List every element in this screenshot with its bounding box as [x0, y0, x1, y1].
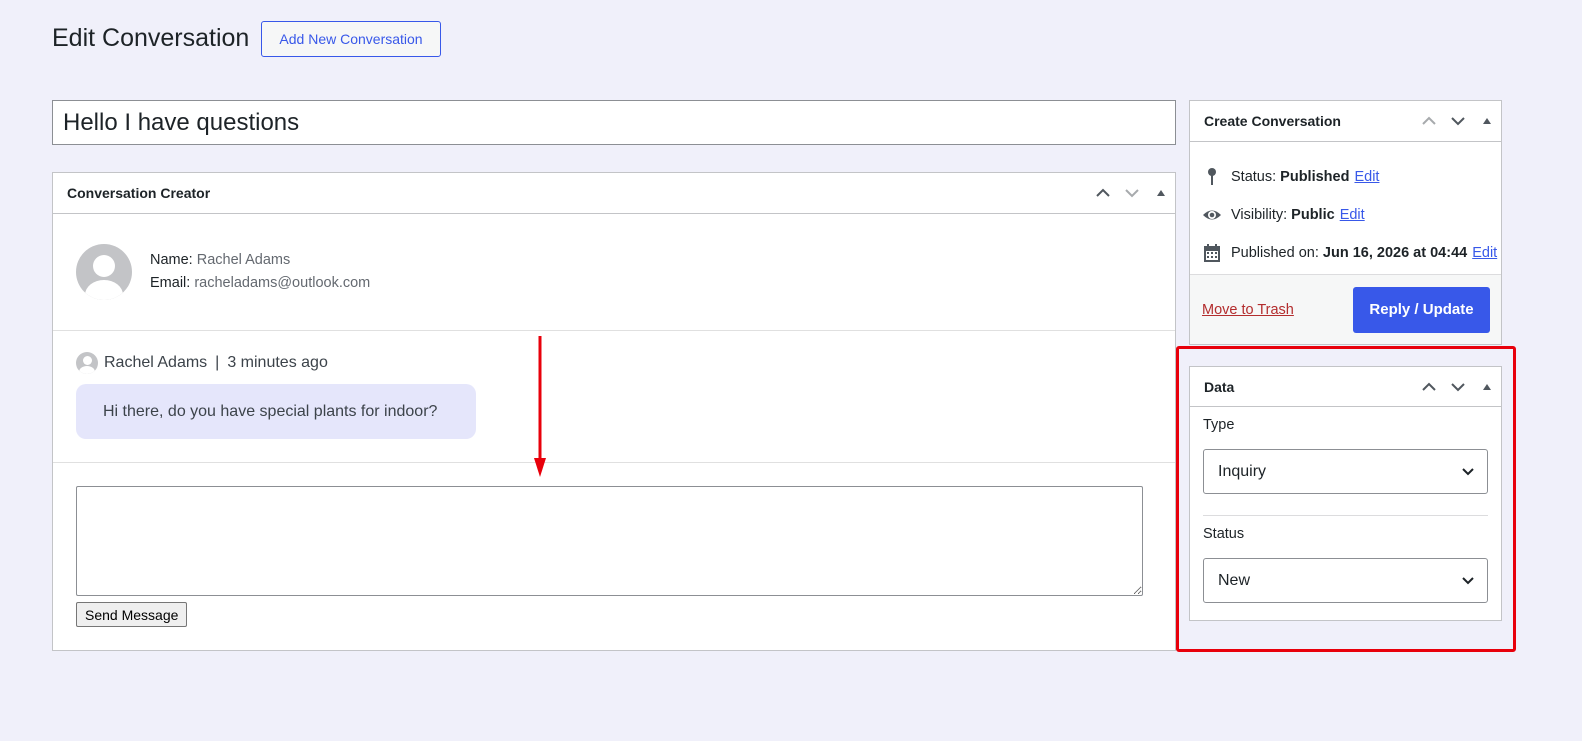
message-author: Rachel Adams [104, 354, 208, 371]
add-new-conversation-button[interactable]: Add New Conversation [261, 21, 441, 57]
create-conversation-header: Create Conversation [1190, 101, 1501, 142]
type-label: Type [1203, 417, 1235, 433]
create-conversation-box: Create Conversation Status: Published Ed… [1189, 100, 1502, 345]
name-label: Name: [150, 252, 193, 268]
status-field: Status New [1190, 526, 1501, 603]
publish-actions: Move to Trash Reply / Update [1190, 274, 1501, 344]
chevron-down-icon [1462, 576, 1474, 584]
send-message-button[interactable]: Send Message [76, 602, 188, 627]
message-avatar [76, 352, 98, 374]
pin-icon [1202, 167, 1222, 187]
status-row: Status: Published Edit [1190, 158, 1501, 196]
edit-visibility-link[interactable]: Edit [1340, 207, 1365, 223]
chevron-down-icon[interactable] [1443, 103, 1472, 139]
eye-icon [1202, 205, 1222, 225]
status-select-value: New [1218, 571, 1251, 589]
published-row: Published on: Jun 16, 2026 at 04:44 Edit [1190, 234, 1501, 272]
triangle-up-icon[interactable] [1146, 175, 1175, 211]
avatar [76, 244, 132, 300]
box-handle-actions [1414, 101, 1501, 141]
type-select-value: Inquiry [1218, 462, 1267, 480]
reply-textarea[interactable] [76, 486, 1143, 596]
box-handle-actions [1088, 173, 1175, 213]
visibility-label: Visibility: [1231, 207, 1288, 223]
data-box: Data Type Inquiry Status New [1189, 366, 1502, 621]
edit-date-link[interactable]: Edit [1472, 245, 1497, 261]
reply-update-button[interactable]: Reply / Update [1353, 286, 1490, 333]
chevron-down-icon[interactable] [1117, 175, 1146, 211]
message-separator: | [215, 354, 220, 371]
conversation-title-input[interactable] [52, 100, 1176, 145]
move-to-trash-link[interactable]: Move to Trash [1202, 302, 1294, 318]
chevron-down-icon [1462, 467, 1474, 475]
field-divider [1203, 515, 1488, 516]
message-time: 3 minutes ago [227, 354, 328, 371]
box-handle-actions [1414, 367, 1501, 406]
name-value: Rachel Adams [196, 252, 291, 268]
chevron-up-icon[interactable] [1414, 103, 1443, 139]
message-bubble: Hi there, do you have special plants for… [76, 384, 476, 439]
annotation-arrow [534, 336, 546, 477]
email-label: Email: [150, 275, 191, 291]
message-thread: Rachel Adams | 3 minutes ago Hi there, d… [53, 331, 1175, 463]
status-value: Published [1280, 169, 1350, 185]
type-field: Type Inquiry [1190, 417, 1501, 494]
reply-area: Send Message [53, 463, 1175, 627]
data-status-label: Status [1203, 526, 1245, 542]
creator-name-line: Name: Rachel Adams [150, 249, 370, 272]
chevron-down-icon[interactable] [1443, 369, 1472, 405]
creator-email-line: Email: racheladams@outlook.com [150, 272, 370, 295]
status-label: Status: [1231, 169, 1277, 185]
visibility-value: Public [1291, 207, 1335, 223]
status-select[interactable]: New [1203, 558, 1488, 603]
triangle-up-icon[interactable] [1472, 369, 1501, 405]
type-select[interactable]: Inquiry [1203, 449, 1488, 494]
published-value: Jun 16, 2026 at 04:44 [1322, 245, 1468, 261]
data-box-header: Data [1190, 367, 1501, 407]
create-conversation-title: Create Conversation [1204, 113, 1341, 129]
edit-status-link[interactable]: Edit [1354, 169, 1379, 185]
page-title: Edit Conversation [52, 24, 250, 52]
published-label: Published on: [1231, 245, 1319, 261]
publish-misc: Status: Published Edit Visibility: Publi… [1190, 142, 1501, 272]
chevron-up-icon[interactable] [1088, 175, 1117, 211]
email-value: racheladams@outlook.com [194, 275, 371, 291]
conversation-creator-header: Conversation Creator [53, 173, 1175, 214]
calendar-icon [1202, 243, 1222, 263]
triangle-up-icon[interactable] [1472, 103, 1501, 139]
conversation-creator-box: Conversation Creator Name: Rachel Adams … [52, 172, 1176, 651]
conversation-creator-title: Conversation Creator [67, 185, 211, 201]
creator-info: Name: Rachel Adams Email: racheladams@ou… [53, 214, 1175, 331]
visibility-row: Visibility: Public Edit [1190, 196, 1501, 234]
data-box-title: Data [1204, 378, 1235, 395]
chevron-up-icon[interactable] [1414, 369, 1443, 405]
message-meta: Rachel Adams | 3 minutes ago [76, 351, 1152, 375]
